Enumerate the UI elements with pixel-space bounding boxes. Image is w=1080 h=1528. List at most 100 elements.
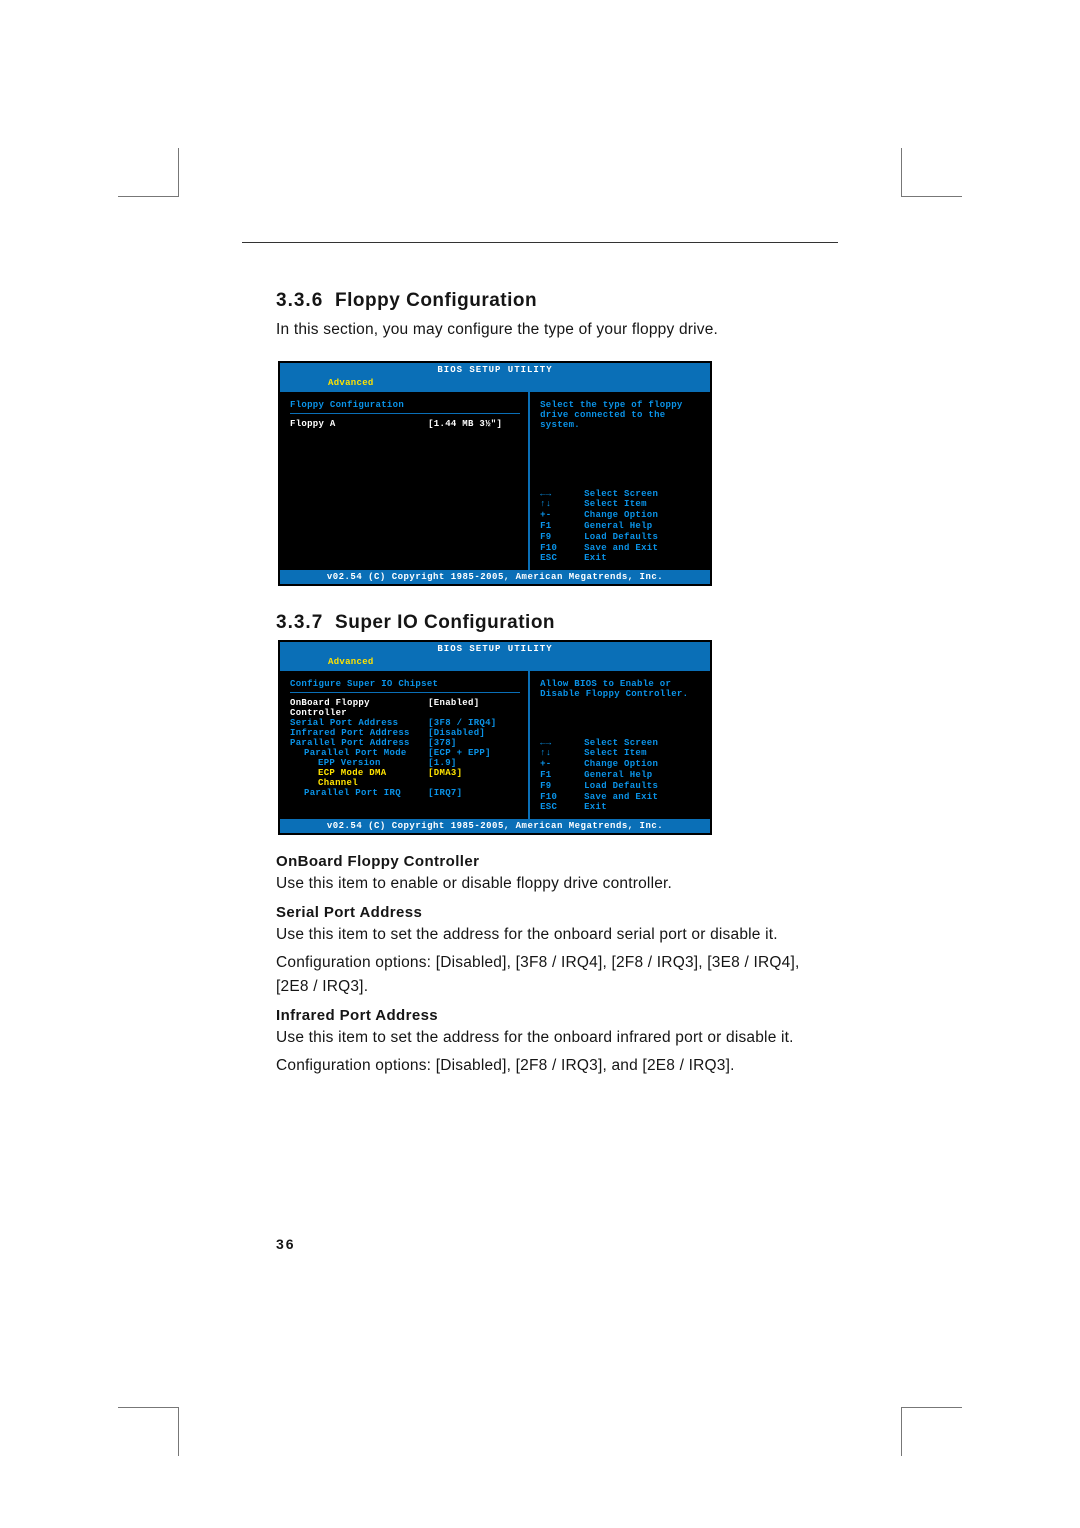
bios-nav-row: ESCExit xyxy=(540,553,702,564)
bios-nav-label: Select Screen xyxy=(584,489,658,500)
bios-row-label: Parallel Port IRQ xyxy=(290,788,428,798)
bios-panel-title: Floppy Configuration xyxy=(290,400,520,410)
bios-nav: ←→Select Screen↑↓Select Item+-Change Opt… xyxy=(540,738,702,814)
section-number: 3.3.7 xyxy=(276,612,323,633)
bios-nav-key: ←→ xyxy=(540,738,584,749)
bios-nav-key: F10 xyxy=(540,792,584,803)
bios-screenshot-floppy: BIOS SETUP UTILITY Advanced Floppy Confi… xyxy=(278,361,712,586)
bios-help-text: Select the type of floppy drive connecte… xyxy=(540,400,702,430)
section-intro: In this section, you may configure the t… xyxy=(276,318,836,341)
bios-nav-key: F9 xyxy=(540,781,584,792)
bios-nav-row: F1General Help xyxy=(540,770,702,781)
crop-mark-bottom-right xyxy=(901,1407,962,1456)
bios-row: ECP Mode DMA Channel[DMA3] xyxy=(290,768,520,788)
bios-row-label: ECP Mode DMA Channel xyxy=(290,768,428,788)
crop-mark-top-left xyxy=(118,148,179,197)
bios-tab-advanced: Advanced xyxy=(322,377,380,390)
bios-row: Parallel Port IRQ[IRQ7] xyxy=(290,788,520,798)
bios-tab-advanced: Advanced xyxy=(322,656,380,669)
bios-nav-row: +-Change Option xyxy=(540,510,702,521)
bios-nav-row: ←→Select Screen xyxy=(540,489,702,500)
bios-nav-row: F9Load Defaults xyxy=(540,532,702,543)
bios-row-label: Infrared Port Address xyxy=(290,728,428,738)
bios-nav-label: Change Option xyxy=(584,759,658,770)
para-heading-onboard-floppy: OnBoard Floppy Controller xyxy=(276,853,836,870)
bios-nav-row: +-Change Option xyxy=(540,759,702,770)
bios-rows: Floppy A[1.44 MB 3½"] xyxy=(290,419,520,429)
bios-nav-label: Load Defaults xyxy=(584,781,658,792)
bios-nav-label: Select Item xyxy=(584,499,647,510)
bios-nav-label: Change Option xyxy=(584,510,658,521)
para-body: Use this item to set the address for the… xyxy=(276,923,836,947)
bios-nav-row: ↑↓Select Item xyxy=(540,499,702,510)
bios-nav-key: ESC xyxy=(540,553,584,564)
bios-row-label: Parallel Port Address xyxy=(290,738,428,748)
bios-nav-label: Save and Exit xyxy=(584,543,658,554)
bios-title: BIOS SETUP UTILITY xyxy=(280,642,710,656)
para-body: Configuration options: [Disabled], [2F8 … xyxy=(276,1054,836,1078)
bios-row-value: [1.44 MB 3½"] xyxy=(428,419,520,429)
page-number: 36 xyxy=(276,1236,296,1252)
bios-copyright: v02.54 (C) Copyright 1985-2005, American… xyxy=(280,819,710,833)
bios-tabbar: Advanced xyxy=(280,656,710,671)
bios-nav-row: F10Save and Exit xyxy=(540,543,702,554)
section-heading-floppy: 3.3.6 Floppy Configuration xyxy=(276,290,836,312)
bios-nav-row: F10Save and Exit xyxy=(540,792,702,803)
bios-title: BIOS SETUP UTILITY xyxy=(280,363,710,377)
bios-row: Infrared Port Address[Disabled] xyxy=(290,728,520,738)
bios-screenshot-superio: BIOS SETUP UTILITY Advanced Configure Su… xyxy=(278,640,712,835)
bios-nav-label: Exit xyxy=(584,802,607,813)
bios-row: EPP Version[1.9] xyxy=(290,758,520,768)
bios-nav-key: ESC xyxy=(540,802,584,813)
bios-row-label: OnBoard Floppy Controller xyxy=(290,698,428,718)
bios-row: Floppy A[1.44 MB 3½"] xyxy=(290,419,520,429)
bios-nav-key: F10 xyxy=(540,543,584,554)
section-heading-superio: 3.3.7 Super IO Configuration xyxy=(276,612,836,634)
bios-row-value: [378] xyxy=(428,738,520,748)
para-heading-serial-port: Serial Port Address xyxy=(276,904,836,921)
crop-mark-bottom-left xyxy=(118,1407,179,1456)
bios-nav-key: F1 xyxy=(540,521,584,532)
bios-row-value: [Enabled] xyxy=(428,698,520,718)
bios-nav-label: General Help xyxy=(584,770,652,781)
bios-row-value: [DMA3] xyxy=(428,768,520,788)
bios-nav-key: +- xyxy=(540,759,584,770)
para-body: Configuration options: [Disabled], [3F8 … xyxy=(276,951,836,999)
bios-nav-key: F9 xyxy=(540,532,584,543)
bios-row: OnBoard Floppy Controller[Enabled] xyxy=(290,698,520,718)
bios-row-value: [3F8 / IRQ4] xyxy=(428,718,520,728)
para-body: Use this item to set the address for the… xyxy=(276,1026,836,1050)
bios-nav-row: ←→Select Screen xyxy=(540,738,702,749)
bios-row-label: Serial Port Address xyxy=(290,718,428,728)
bios-row: Serial Port Address[3F8 / IRQ4] xyxy=(290,718,520,728)
bios-nav: ←→Select Screen↑↓Select Item+-Change Opt… xyxy=(540,489,702,565)
bios-nav-label: Select Screen xyxy=(584,738,658,749)
bios-nav-key: F1 xyxy=(540,770,584,781)
bios-row-value: [ECP + EPP] xyxy=(428,748,520,758)
bios-tabbar: Advanced xyxy=(280,377,710,392)
bios-nav-row: F1General Help xyxy=(540,521,702,532)
bios-nav-key: ↑↓ xyxy=(540,499,584,510)
header-rule xyxy=(242,242,838,243)
bios-nav-key: ↑↓ xyxy=(540,748,584,759)
bios-row: Parallel Port Address[378] xyxy=(290,738,520,748)
bios-panel-title: Configure Super IO Chipset xyxy=(290,679,520,689)
bios-nav-row: ESCExit xyxy=(540,802,702,813)
bios-nav-label: General Help xyxy=(584,521,652,532)
bios-row-value: [1.9] xyxy=(428,758,520,768)
bios-nav-row: F9Load Defaults xyxy=(540,781,702,792)
section-title: Super IO Configuration xyxy=(335,612,555,633)
bios-nav-label: Save and Exit xyxy=(584,792,658,803)
bios-nav-label: Load Defaults xyxy=(584,532,658,543)
bios-rows: OnBoard Floppy Controller[Enabled]Serial… xyxy=(290,698,520,798)
bios-help-text: Allow BIOS to Enable or Disable Floppy C… xyxy=(540,679,702,699)
section-title: Floppy Configuration xyxy=(335,290,537,311)
crop-mark-top-right xyxy=(901,148,962,197)
bios-row: Parallel Port Mode[ECP + EPP] xyxy=(290,748,520,758)
bios-row-label: Floppy A xyxy=(290,419,428,429)
section-number: 3.3.6 xyxy=(276,290,323,311)
bios-row-value: [IRQ7] xyxy=(428,788,520,798)
para-heading-infrared-port: Infrared Port Address xyxy=(276,1007,836,1024)
bios-nav-label: Exit xyxy=(584,553,607,564)
bios-row-label: EPP Version xyxy=(290,758,428,768)
